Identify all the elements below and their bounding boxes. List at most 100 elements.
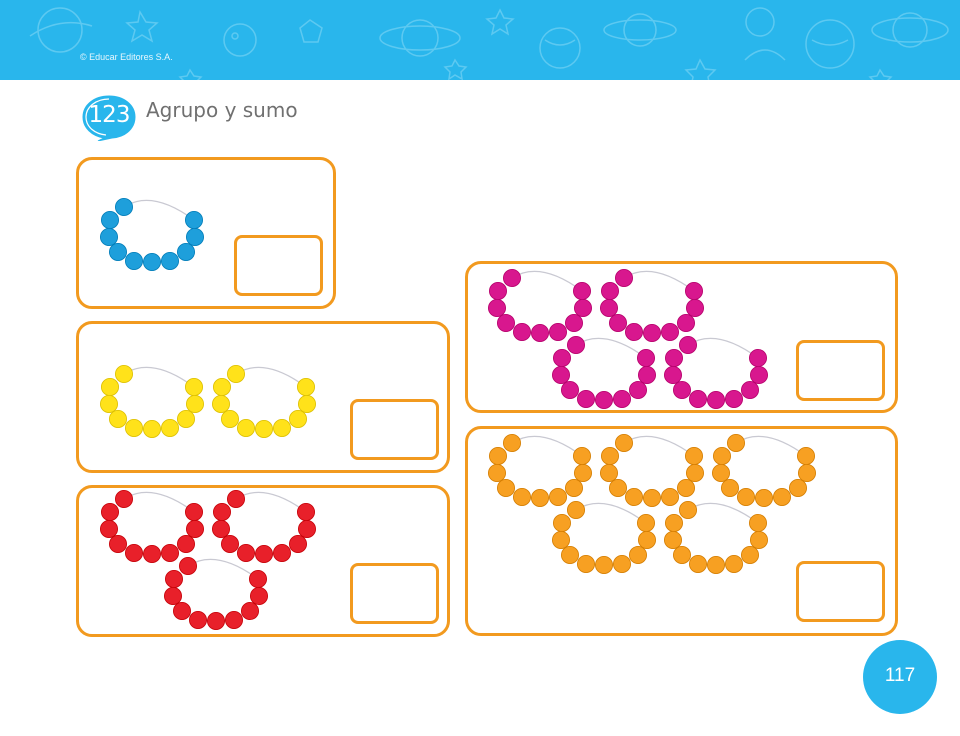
bead <box>573 281 592 300</box>
bead <box>226 364 245 383</box>
bead <box>664 531 683 550</box>
bead <box>513 322 532 341</box>
bead <box>142 252 161 271</box>
bead <box>206 612 225 631</box>
bead <box>749 348 768 367</box>
bead <box>513 487 532 506</box>
bead <box>665 514 684 533</box>
bead <box>595 556 614 575</box>
bead <box>185 520 204 539</box>
bead <box>552 365 571 384</box>
bead <box>254 545 273 564</box>
bead <box>531 323 550 342</box>
bead <box>615 433 634 452</box>
necklace-string <box>123 491 195 513</box>
bead <box>236 418 255 437</box>
bead <box>549 322 568 341</box>
bead <box>224 611 243 630</box>
bead <box>601 281 620 300</box>
bead <box>211 520 230 539</box>
bead <box>296 377 315 396</box>
bead <box>220 535 239 554</box>
bead <box>707 556 726 575</box>
bead <box>184 502 203 521</box>
bead <box>109 242 128 261</box>
bead <box>488 281 507 300</box>
answer-box-pink[interactable] <box>796 340 885 401</box>
bead <box>496 478 515 497</box>
bead-necklace-orange <box>664 500 769 575</box>
necklace-string <box>687 502 759 524</box>
bead <box>595 390 614 409</box>
bead <box>629 546 648 565</box>
bead <box>142 419 161 438</box>
bead <box>502 268 521 287</box>
bead <box>677 478 696 497</box>
bead <box>685 446 704 465</box>
page-number-badge: 117 <box>863 640 937 714</box>
answer-box-yellow[interactable] <box>350 399 439 460</box>
bead <box>531 488 550 507</box>
answer-box-red[interactable] <box>350 563 439 624</box>
bead <box>125 251 144 270</box>
bead <box>248 570 267 589</box>
bead <box>638 365 657 384</box>
bead <box>727 433 746 452</box>
bead <box>236 544 255 563</box>
bead-necklace-pink <box>600 268 705 342</box>
bead <box>288 409 307 428</box>
bead <box>115 364 134 383</box>
bead <box>125 418 144 437</box>
bead-necklace-orange <box>600 433 705 507</box>
bead <box>661 487 680 506</box>
bead <box>600 298 619 317</box>
answer-box-orange[interactable] <box>796 561 885 622</box>
bead <box>254 419 273 438</box>
necklace-string <box>235 366 307 388</box>
bead <box>220 409 239 428</box>
bead <box>185 394 204 413</box>
bead <box>721 478 740 497</box>
bead <box>725 389 744 408</box>
bead <box>188 611 207 630</box>
bead <box>109 535 128 554</box>
bead <box>643 488 662 507</box>
bead <box>643 323 662 342</box>
bead <box>297 394 316 413</box>
bead <box>176 535 195 554</box>
bead-necklace-pink <box>552 335 657 409</box>
bead <box>272 544 291 563</box>
bead <box>577 389 596 408</box>
bead-necklace-pink <box>664 335 769 409</box>
bead <box>101 210 120 229</box>
bead <box>686 298 705 317</box>
bead <box>750 365 769 384</box>
bead <box>100 394 119 413</box>
bead <box>565 478 584 497</box>
bead <box>625 322 644 341</box>
bead <box>613 555 632 574</box>
bead <box>288 535 307 554</box>
answer-box-blue[interactable] <box>234 235 323 296</box>
bead-necklace-yellow <box>100 364 204 438</box>
bead <box>673 546 692 565</box>
bead <box>707 390 726 409</box>
necklace-string <box>623 435 695 457</box>
bead <box>609 313 628 332</box>
bead-necklace-orange <box>712 433 817 507</box>
bead <box>553 514 572 533</box>
bead <box>176 409 195 428</box>
bead <box>184 377 203 396</box>
bead <box>561 546 580 565</box>
bead <box>629 380 648 399</box>
bead-necklace-orange <box>552 500 657 575</box>
bead-necklace-red <box>211 489 316 564</box>
necklace-string <box>123 366 195 388</box>
necklace-string <box>735 435 807 457</box>
bead <box>750 531 769 550</box>
bead <box>573 446 592 465</box>
bead <box>160 544 179 563</box>
bead <box>552 531 571 550</box>
bead <box>160 251 179 270</box>
necklace-string <box>235 491 307 513</box>
